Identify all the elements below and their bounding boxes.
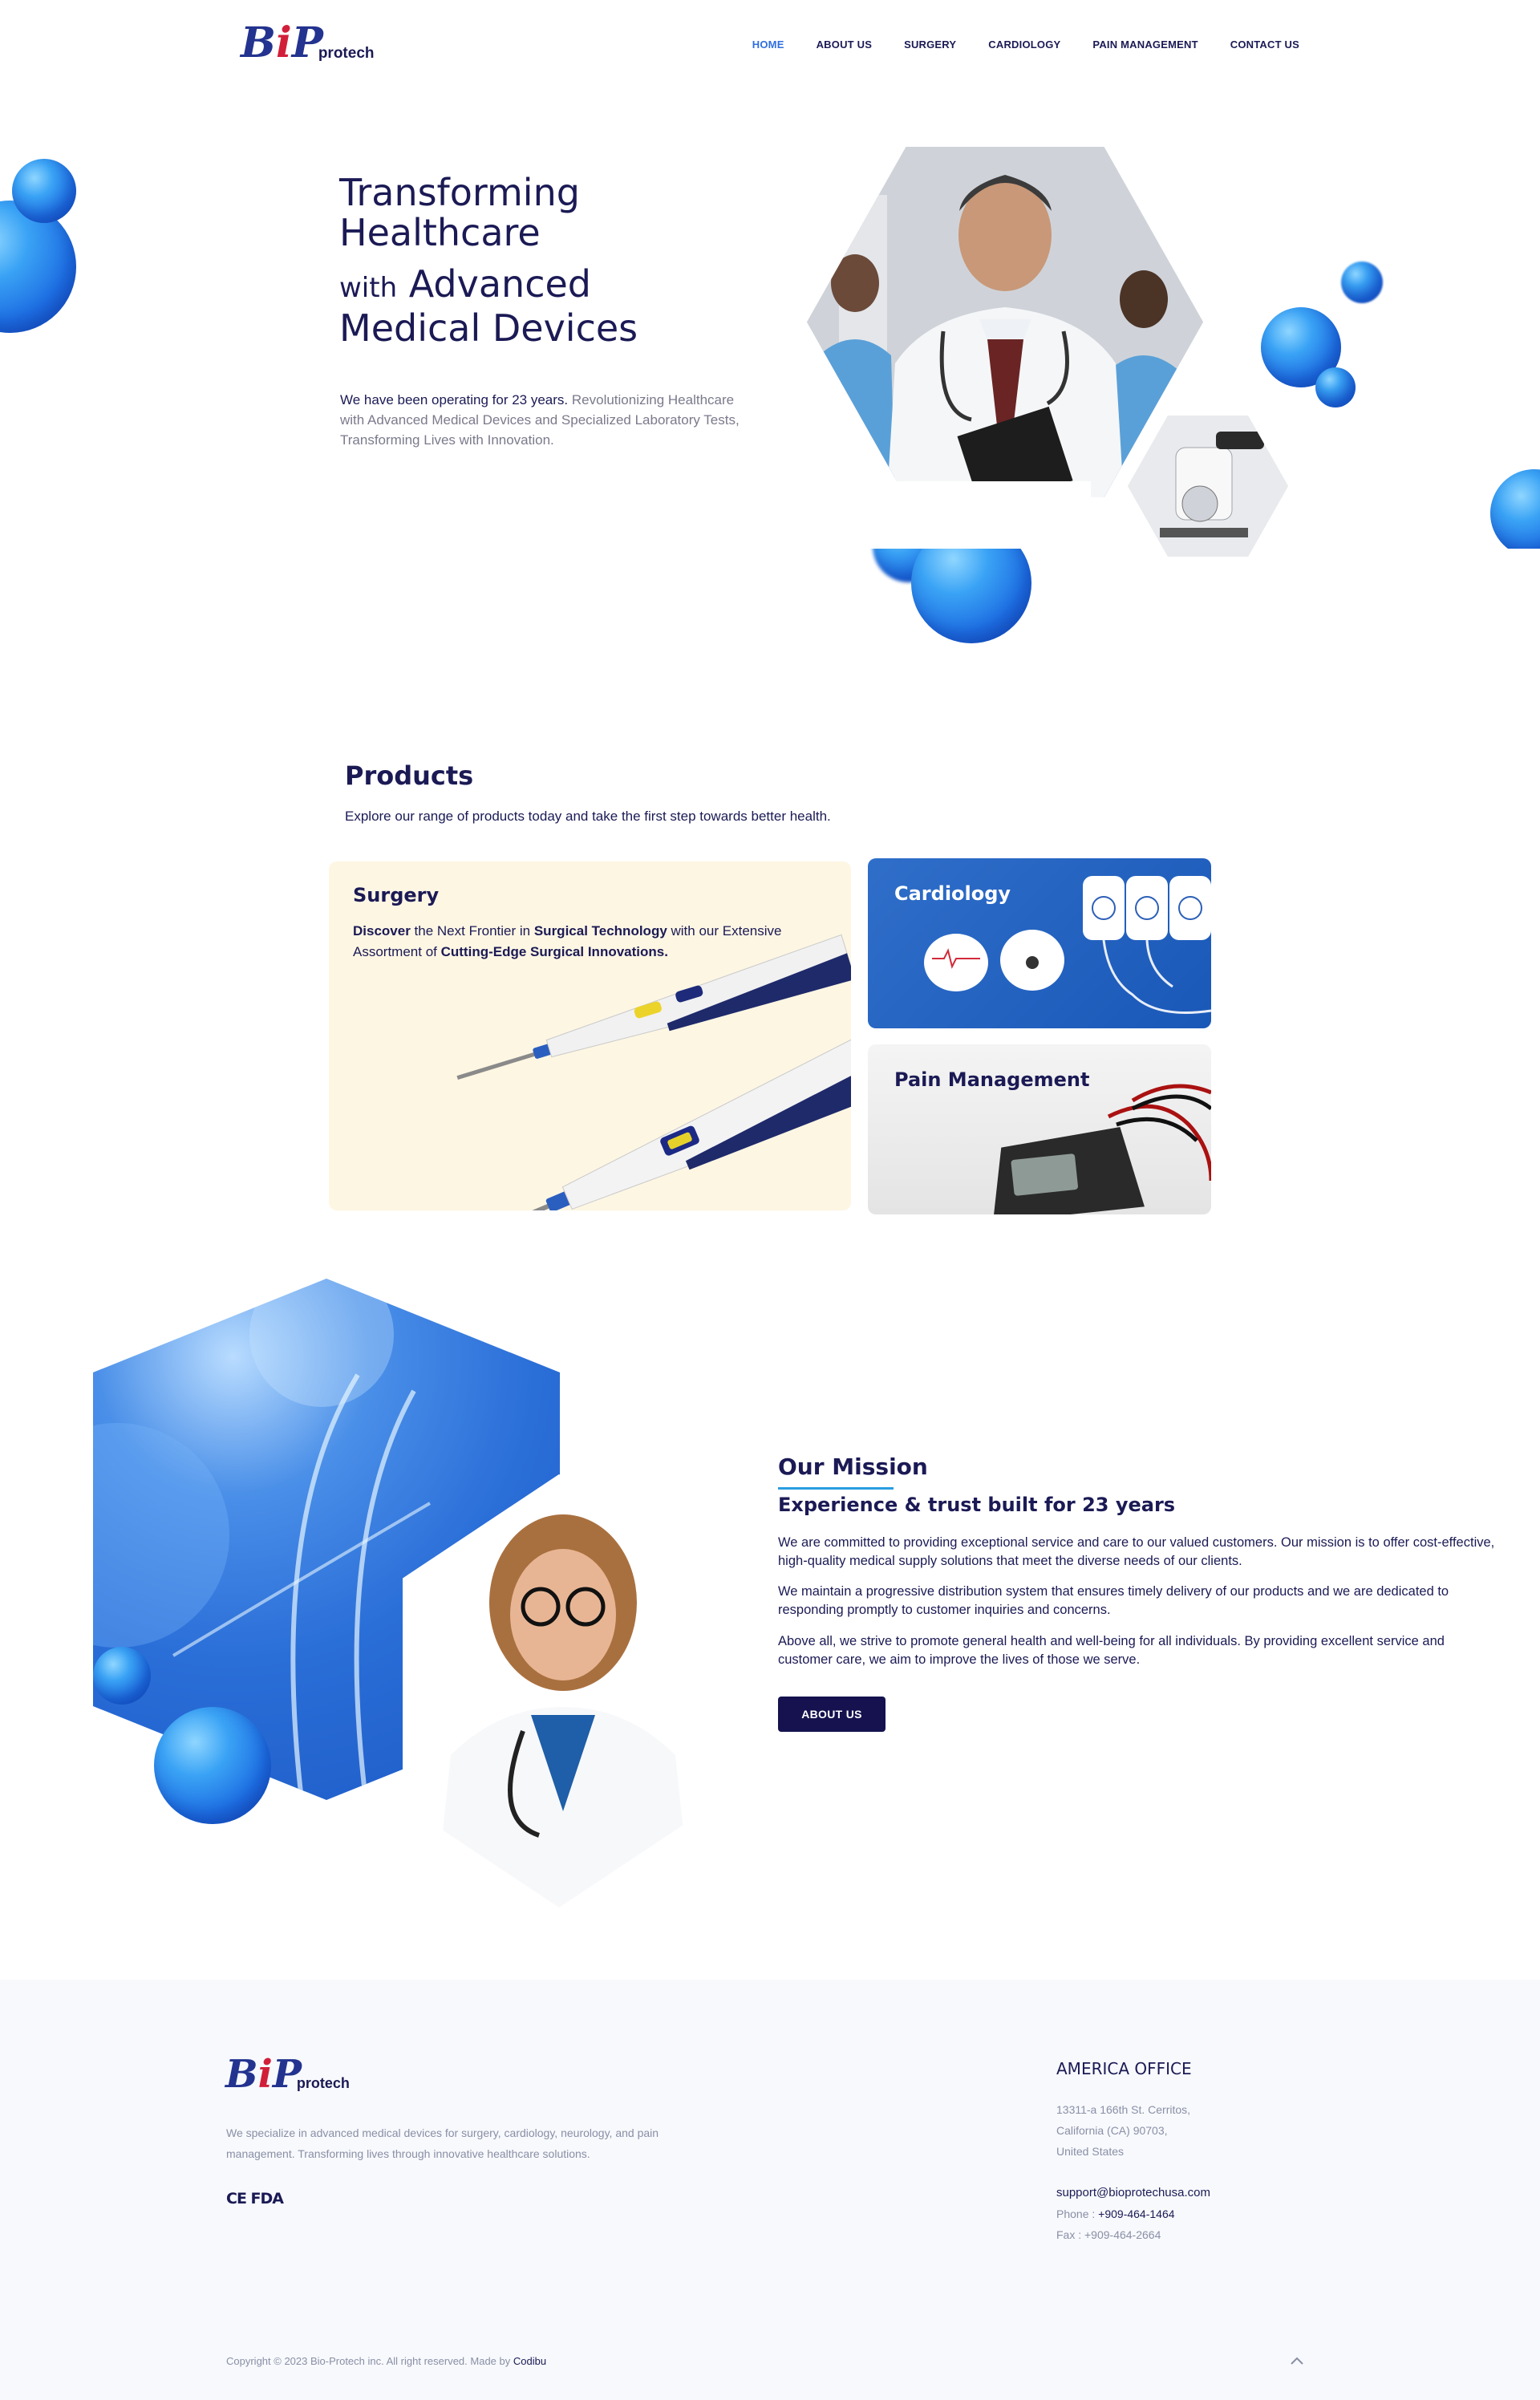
main-nav: HOME ABOUT US SURGERY CARDIOLOGY PAIN MA… (752, 39, 1299, 51)
chevron-up-icon[interactable] (1287, 2352, 1307, 2371)
mission-title-underline (778, 1487, 894, 1490)
decor-sphere-mission-large (154, 1707, 271, 1824)
nav-pain-management[interactable]: PAIN MANAGEMENT (1092, 39, 1198, 51)
tens-unit-image (992, 1084, 1211, 1214)
logo-mark: BiP (241, 18, 323, 67)
products-title: Products (345, 760, 474, 791)
codibu-link[interactable]: Codibu (513, 2355, 546, 2367)
decor-sphere-mission-small (93, 1647, 151, 1705)
footer-logo-mark: BiP (225, 2052, 302, 2097)
mission-paragraph-2: We maintain a progressive distribution s… (778, 1584, 1449, 1617)
office-fax: Fax : +909-464-2664 (1056, 2228, 1161, 2241)
footer-logo-text: protech (296, 2075, 350, 2091)
sphere-cutoff-mask (850, 481, 1091, 549)
decor-sphere-right-tiny (1315, 367, 1356, 407)
about-us-button[interactable]: ABOUT US (778, 1697, 886, 1732)
decor-sphere-left-small (12, 159, 76, 223)
office-phone-number[interactable]: +909-464-1464 (1098, 2207, 1174, 2220)
ecg-electrodes-image (924, 876, 1211, 1014)
office-title: AMERICA OFFICE (1056, 2059, 1192, 2078)
products-subtitle: Explore our range of products today and … (345, 809, 831, 824)
mission-paragraph-3: Above all, we strive to promote general … (778, 1634, 1445, 1667)
nav-surgery[interactable]: SURGERY (904, 39, 956, 51)
nav-about-us[interactable]: ABOUT US (817, 39, 873, 51)
logo-text: protech (318, 45, 375, 62)
nav-cardiology[interactable]: CARDIOLOGY (988, 39, 1060, 51)
nav-home[interactable]: HOME (752, 39, 784, 51)
office-phone: Phone : +909-464-1464 (1056, 2207, 1175, 2220)
footer-logo[interactable]: BiP protech (225, 2055, 350, 2094)
sphere-edge-mask (1490, 549, 1540, 581)
decor-sphere-right-small (1341, 261, 1383, 303)
office-address-line-2: California (CA) 90703, (1056, 2124, 1168, 2137)
footer-description: We specialize in advanced medical device… (226, 2126, 659, 2160)
microscope-image (1128, 416, 1288, 557)
copyright: Copyright © 2023 Bio-Protech inc. All ri… (226, 2355, 547, 2367)
product-card-surgery[interactable]: Surgery Discover the Next Frontier in Su… (329, 861, 851, 1210)
hero-description: We have been operating for 23 years. Rev… (340, 392, 740, 448)
hero-doctor-image (807, 147, 1203, 497)
decor-sphere-edge-right (1490, 469, 1540, 557)
hero-title: Transforming Healthcare with Advanced Me… (339, 171, 638, 350)
ce-fda-certification: CE FDA (226, 2190, 284, 2207)
product-card-cardiology[interactable]: Cardiology (868, 858, 1211, 1028)
mission-paragraph-1: We are committed to providing exceptiona… (778, 1535, 1495, 1568)
office-address-line-3: United States (1056, 2145, 1125, 2158)
mission-subtitle: Experience & trust built for 23 years (778, 1494, 1176, 1516)
mission-title: Our Mission (778, 1453, 928, 1480)
electrosurgical-pencil-image (451, 934, 851, 1210)
nav-contact-us[interactable]: CONTACT US (1230, 39, 1299, 51)
product-card-pain-management[interactable]: Pain Management (868, 1044, 1211, 1214)
office-address-line-1: 13311-a 166th St. Cerritos, (1056, 2103, 1191, 2116)
brand-logo[interactable]: BiP protech (241, 22, 375, 64)
office-email-link[interactable]: support@bioprotechusa.com (1056, 2186, 1210, 2199)
